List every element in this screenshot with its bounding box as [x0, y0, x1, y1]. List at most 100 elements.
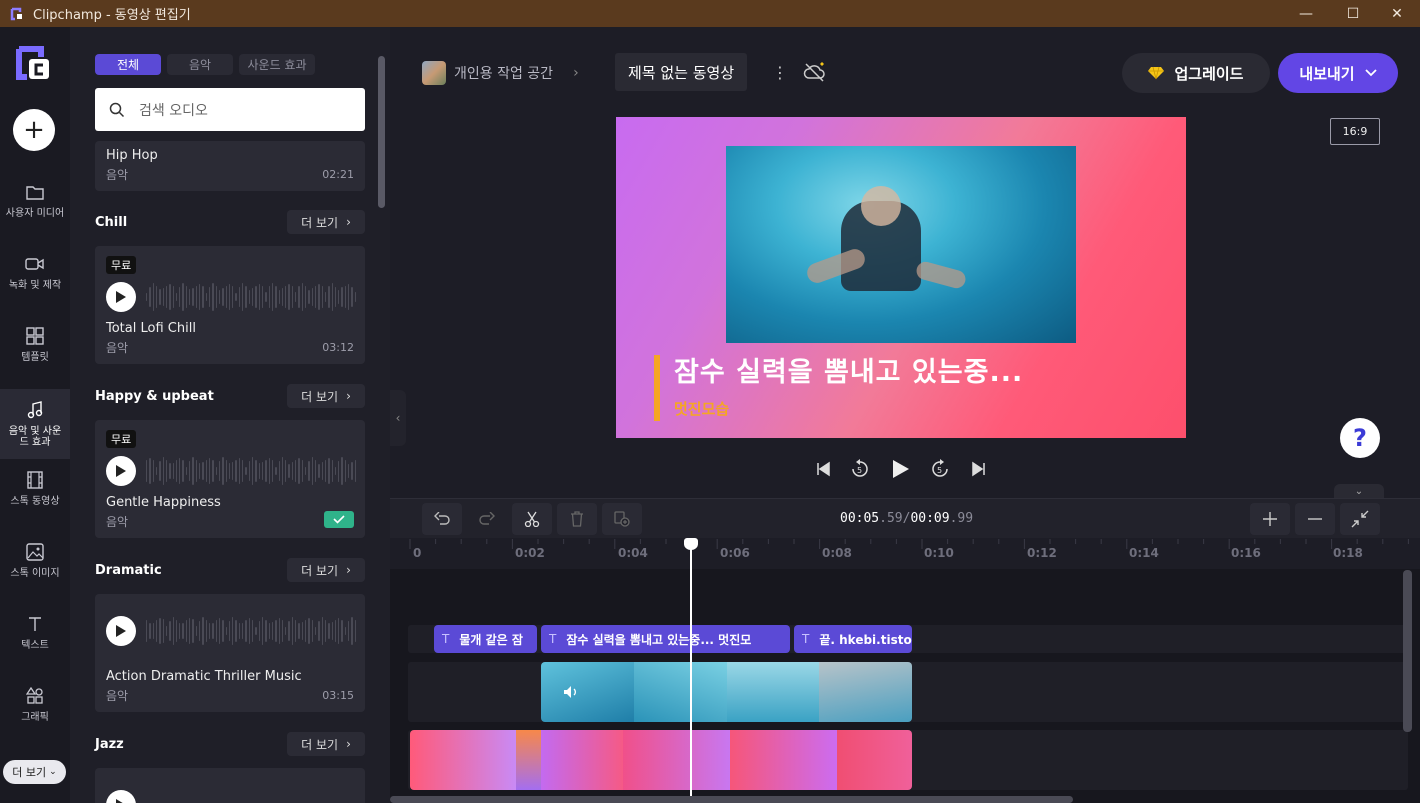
skip-back-button[interactable] [812, 458, 834, 480]
track-card-hip-hop[interactable]: Hip Hop 음악 02:21 [95, 141, 365, 191]
nav-text[interactable]: 텍스트 [0, 597, 70, 667]
zoom-out-button[interactable] [1295, 503, 1335, 535]
forward-5-button[interactable]: 5 [929, 458, 951, 480]
undo-button[interactable] [422, 503, 462, 535]
text-clip[interactable]: T 잠수 실력을 뽐내고 있는중... 멋진모 [541, 625, 790, 653]
see-more-dramatic[interactable]: 더 보기 › [287, 558, 365, 582]
track-card-total-lofi-chill[interactable]: 무료 Total Lofi Chill 음악 03:12 [95, 246, 365, 364]
waveform-bar [281, 287, 284, 307]
help-button[interactable]: ? [1340, 418, 1380, 458]
audio-search[interactable]: 검색 오디오 [95, 88, 365, 131]
text-clip[interactable]: T 끝. hkebi.tistory [794, 625, 912, 653]
waveform-bar [149, 458, 151, 484]
upgrade-label: 업그레이드 [1174, 64, 1244, 83]
collapse-panel-button[interactable]: ‹ [390, 390, 406, 446]
waveform-bar [192, 457, 194, 485]
maximize-button[interactable]: ☐ [1330, 0, 1376, 27]
video-clip[interactable] [541, 662, 912, 722]
playhead-handle[interactable] [684, 538, 698, 550]
timeline-vertical-scrollbar[interactable] [1403, 570, 1412, 732]
timeline-horizontal-scrollbar[interactable] [390, 796, 1073, 803]
see-more-happy[interactable]: 더 보기 › [287, 384, 365, 408]
image-icon [25, 542, 45, 562]
timeline-toggle-button[interactable]: ⌄ [1334, 484, 1384, 498]
panel-scrollbar[interactable] [378, 56, 385, 208]
text-clip-label: 물개 같은 잠 [459, 632, 523, 647]
track-type: 음악 [106, 168, 129, 182]
more-options-icon[interactable]: ⋮ [772, 63, 788, 82]
redo-button[interactable] [467, 503, 507, 535]
duplicate-button[interactable] [602, 503, 642, 535]
track-card-action-dramatic[interactable]: Action Dramatic Thriller Music 음악 03:15 [95, 594, 365, 712]
waveform-bar [305, 620, 307, 642]
text-clip[interactable]: T 물개 같은 잠 [434, 625, 537, 653]
more-nav-button[interactable]: 더 보기 ⌄ [3, 760, 66, 784]
nav-templates[interactable]: 템플릿 [0, 309, 70, 379]
waveform-bar [182, 459, 184, 483]
clipchamp-brand-icon[interactable] [15, 45, 53, 83]
skip-forward-button[interactable] [968, 458, 990, 480]
nav-stock-video[interactable]: 스톡 동영상 [0, 453, 70, 523]
nav-stock-images[interactable]: 스톡 이미지 [0, 525, 70, 595]
track-card-gentle-happiness[interactable]: 무료 Gentle Happiness 음악 [95, 420, 365, 538]
play-button[interactable] [106, 616, 136, 646]
waveform-bar [182, 622, 184, 640]
nav-record-create[interactable]: 녹화 및 제작 [0, 237, 70, 307]
waveform-bar [225, 460, 227, 482]
playhead[interactable] [684, 538, 698, 803]
waveform-bar [291, 462, 294, 480]
added-check-icon[interactable] [324, 511, 354, 528]
ruler-label: 0:06 [720, 546, 750, 560]
waveform-bar [152, 622, 154, 640]
play-button[interactable] [106, 456, 136, 486]
fit-timeline-button[interactable] [1340, 503, 1380, 535]
aspect-ratio-button[interactable]: 16:9 [1330, 118, 1380, 145]
tab-music[interactable]: 음악 [167, 54, 233, 75]
upgrade-button[interactable]: 업그레이드 [1122, 53, 1270, 93]
zoom-in-button[interactable] [1250, 503, 1290, 535]
add-media-button[interactable]: + [13, 109, 55, 151]
waveform-bar [185, 620, 188, 642]
track-card-jazz[interactable] [95, 768, 365, 803]
more-label: 더 보기 [12, 766, 47, 779]
tab-all[interactable]: 전체 [95, 54, 161, 75]
nav-music-sound[interactable]: 음악 및 사운드 효과 [0, 389, 70, 459]
nav-label: 스톡 동영상 [10, 495, 60, 507]
minimize-button[interactable]: — [1283, 0, 1329, 27]
export-button[interactable]: 내보내기 [1278, 53, 1398, 93]
waveform-bar [331, 622, 333, 640]
workspace-link[interactable]: 개인용 작업 공간 [454, 63, 553, 83]
timeline-ruler[interactable]: 0 0:02 0:04 0:06 0:08 0:10 0:12 0:14 0:1… [390, 539, 1420, 569]
play-button[interactable] [106, 282, 136, 312]
bg-thumbnail [623, 730, 730, 790]
search-input[interactable]: 검색 오디오 [139, 100, 208, 120]
background-clip[interactable] [410, 730, 912, 790]
forward-5-icon: 5 [932, 459, 948, 477]
speaker-icon[interactable] [563, 684, 579, 703]
rewind-5-button[interactable]: 5 [849, 458, 871, 480]
nav-graphics[interactable]: 그래픽 [0, 669, 70, 739]
project-title[interactable]: 제목 없는 동영상 [615, 53, 748, 91]
track-duration: 02:21 [322, 168, 354, 181]
delete-button[interactable] [557, 503, 597, 535]
tab-sound-effects[interactable]: 사운드 효과 [239, 54, 315, 75]
preview-canvas[interactable]: 잠수 실력을 뽐내고 있는중... 멋진모습 [616, 117, 1186, 438]
chevron-right-icon: › [346, 215, 351, 229]
nav-your-media[interactable]: 사용자 미디어 [0, 165, 70, 235]
chevron-right-icon: › [573, 65, 579, 81]
play-pause-button[interactable] [890, 458, 912, 480]
waveform-bar [354, 292, 356, 302]
avatar[interactable] [422, 61, 446, 85]
waveform-bar [195, 285, 197, 309]
ruler-label: 0:02 [515, 546, 545, 560]
text-clip-label: 잠수 실력을 뽐내고 있는중... 멋진모 [566, 632, 752, 647]
play-button[interactable] [106, 790, 136, 803]
waveform-bar [271, 622, 274, 640]
close-button[interactable]: ✕ [1374, 0, 1420, 27]
see-more-jazz[interactable]: 더 보기 › [287, 732, 365, 756]
track-title: Gentle Happiness [106, 495, 221, 510]
split-button[interactable] [512, 503, 552, 535]
see-more-chill[interactable]: 더 보기 › [287, 210, 365, 234]
see-more-label: 더 보기 [301, 215, 339, 230]
cloud-off-icon[interactable] [803, 61, 827, 87]
